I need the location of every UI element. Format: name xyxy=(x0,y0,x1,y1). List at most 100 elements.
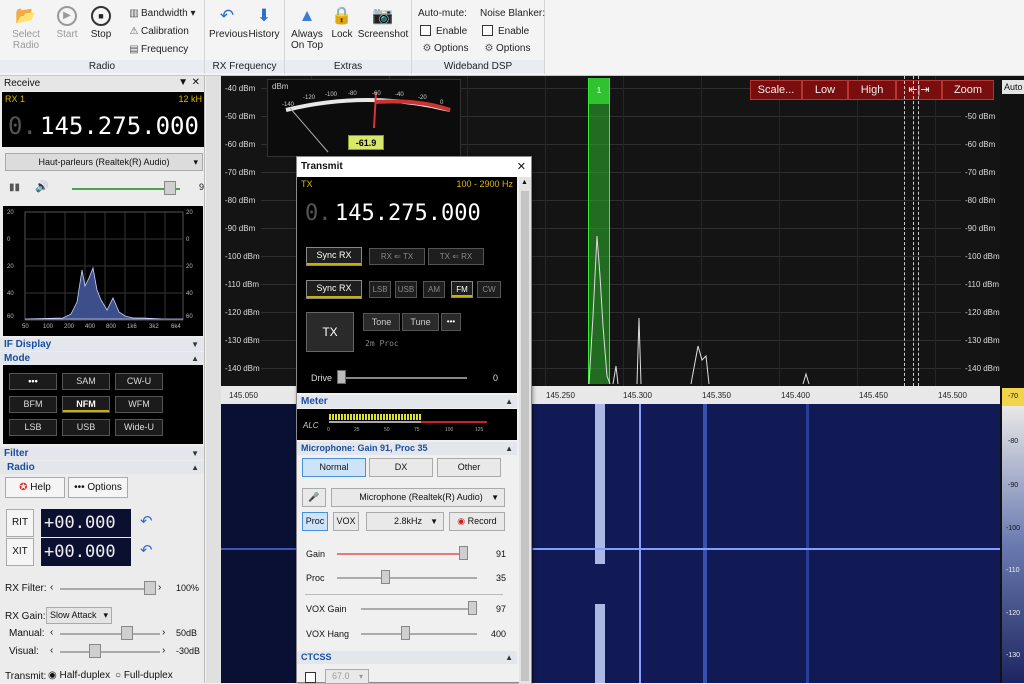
mic-other-button[interactable]: Other xyxy=(437,458,501,477)
xit-button[interactable]: XIT xyxy=(6,538,34,566)
calibration-button[interactable]: ⚠ Calibration xyxy=(127,26,189,37)
filter-header[interactable]: Filter ▼ xyxy=(0,447,204,460)
mode-usb-button[interactable]: USB xyxy=(62,419,110,436)
rit-button[interactable]: RIT xyxy=(6,509,34,537)
transmit-titlebar[interactable]: Transmit ✕ xyxy=(297,157,531,177)
mode-header[interactable]: Mode ▲ xyxy=(0,352,204,365)
reset-xit-icon[interactable]: ↶ xyxy=(140,541,153,559)
mode-lsb-button[interactable]: LSB xyxy=(9,419,57,436)
microphone-icon[interactable]: 🎤 xyxy=(302,488,326,507)
sync-rx-mode-button[interactable]: Sync RX xyxy=(306,280,362,299)
tune-button[interactable]: Tune xyxy=(402,313,439,331)
scroll-thumb[interactable] xyxy=(521,191,529,681)
vox-gain-slider[interactable] xyxy=(361,608,477,610)
mode-more-button[interactable]: ••• xyxy=(9,373,57,390)
visual-slider[interactable] xyxy=(60,651,160,653)
tx-usb-button[interactable]: USB xyxy=(395,281,417,298)
meter-header[interactable]: Meter ▲ xyxy=(297,395,517,408)
nb-options-button[interactable]: ⚙ Options xyxy=(482,43,531,54)
rx-filter-slider[interactable] xyxy=(60,588,150,590)
mode-wfm-button[interactable]: WFM xyxy=(115,396,163,413)
scroll-up-icon[interactable]: ▲ xyxy=(521,179,528,186)
reset-rit-icon[interactable]: ↶ xyxy=(140,512,153,530)
ctcss-select[interactable]: 67.0 ▾ xyxy=(325,669,369,684)
mode-sam-button[interactable]: SAM xyxy=(62,373,110,390)
radio-options-button[interactable]: ••• Options xyxy=(68,477,128,498)
mic-gain-slider[interactable] xyxy=(337,553,467,555)
panel-splitter[interactable] xyxy=(206,76,221,683)
chevron-right-icon[interactable]: › xyxy=(162,627,165,638)
screenshot-button[interactable]: 📷 Screenshot xyxy=(357,6,409,40)
bandwidth-button[interactable]: ▥ Bandwidth ▾ xyxy=(127,8,195,19)
chevron-right-icon[interactable]: › xyxy=(158,582,161,593)
select-radio-button[interactable]: 📂 Select Radio xyxy=(6,6,46,51)
vox-gain-thumb[interactable] xyxy=(468,601,477,615)
tx-cw-button[interactable]: CW xyxy=(477,281,501,298)
if-display-header[interactable]: IF Display ▼ xyxy=(0,338,204,351)
chevron-down-icon[interactable]: ▼ xyxy=(178,77,188,88)
drive-thumb[interactable] xyxy=(337,370,346,384)
previous-button[interactable]: ↶ Previous xyxy=(209,6,248,40)
vox-hang-slider[interactable] xyxy=(361,633,477,635)
chevron-left-icon[interactable]: ‹ xyxy=(50,645,53,656)
visual-thumb[interactable] xyxy=(89,644,101,658)
half-duplex-radio[interactable]: ◉ Half-duplex xyxy=(48,670,110,681)
tx-to-rx-button[interactable]: TX ⇐ RX xyxy=(428,248,484,265)
level-bar[interactable] xyxy=(1002,406,1024,683)
bars-icon[interactable]: ▮▮ xyxy=(9,182,20,193)
stop-button[interactable]: ■ Stop xyxy=(86,6,116,40)
mic-normal-button[interactable]: Normal xyxy=(302,458,366,477)
ctcss-checkbox[interactable] xyxy=(305,672,316,683)
volume-thumb[interactable] xyxy=(164,181,176,195)
tx-lsb-button[interactable]: LSB xyxy=(369,281,391,298)
mic-dx-button[interactable]: DX xyxy=(369,458,433,477)
automute-enable-checkbox[interactable]: Enable xyxy=(420,25,467,37)
mic-gain-thumb[interactable] xyxy=(459,546,468,560)
mode-nfm-button[interactable]: NFM xyxy=(62,396,110,413)
ctcss-header[interactable]: CTCSS ▲ xyxy=(297,651,517,664)
microphone-header[interactable]: Microphone: Gain 91, Proc 35 ▲ xyxy=(297,442,517,455)
rx-gain-select[interactable]: Slow Attack ▾ xyxy=(46,607,112,624)
rx-frequency[interactable]: 145.275.000 xyxy=(40,112,199,140)
vox-hang-thumb[interactable] xyxy=(401,626,410,640)
record-button[interactable]: ◉ Record xyxy=(449,512,505,531)
scrollbar[interactable]: ▲ xyxy=(519,177,531,684)
nb-enable-checkbox[interactable]: Enable xyxy=(482,25,529,37)
automute-options-button[interactable]: ⚙ Options xyxy=(420,43,469,54)
mode-bfm-button[interactable]: BFM xyxy=(9,396,57,413)
chevron-left-icon[interactable]: ‹ xyxy=(50,582,53,593)
tx-more-button[interactable]: ••• xyxy=(441,313,461,331)
proc-slider[interactable] xyxy=(337,577,477,579)
manual-gain-slider[interactable] xyxy=(60,633,160,635)
tone-button[interactable]: Tone xyxy=(363,313,400,331)
xit-value[interactable]: +00.000 xyxy=(41,538,131,566)
rit-value[interactable]: +00.000 xyxy=(41,509,131,537)
auto-level-button[interactable]: Auto xyxy=(1002,80,1024,94)
rx-frequency-display[interactable]: RX 1 12 kH 0. 145.275.000 xyxy=(2,92,204,147)
proc-thumb[interactable] xyxy=(381,570,390,584)
history-button[interactable]: ⬇ History xyxy=(247,6,281,40)
tx-am-button[interactable]: AM xyxy=(423,281,445,298)
manual-gain-thumb[interactable] xyxy=(121,626,133,640)
drive-slider[interactable] xyxy=(337,377,467,379)
frequency-button[interactable]: ▤ Frequency xyxy=(127,44,188,55)
full-duplex-radio[interactable]: ○ Full-duplex xyxy=(115,670,173,681)
rx-filter-thumb[interactable] xyxy=(144,581,156,595)
close-icon[interactable]: ✕ xyxy=(517,160,526,173)
tx-bandwidth-select[interactable]: 2.8kHz ▼ xyxy=(366,512,444,531)
close-icon[interactable]: ✕ xyxy=(192,77,200,88)
speaker-icon[interactable]: 🔊 xyxy=(35,180,49,193)
radio-header[interactable]: Radio ▲ xyxy=(0,461,204,474)
chevron-left-icon[interactable]: ‹ xyxy=(50,627,53,638)
chevron-right-icon[interactable]: › xyxy=(162,645,165,656)
sync-rx-button[interactable]: Sync RX xyxy=(306,247,362,266)
mic-device-select[interactable]: Microphone (Realtek(R) Audio) ▼ xyxy=(331,488,505,507)
always-on-top-button[interactable]: ▲ Always On Top xyxy=(288,6,326,51)
start-button[interactable]: ▶ Start xyxy=(52,6,82,40)
proc-toggle[interactable]: Proc xyxy=(302,512,328,531)
vox-toggle[interactable]: VOX xyxy=(333,512,359,531)
audio-device-select[interactable]: Haut-parleurs (Realtek(R) Audio) ▾ xyxy=(5,153,203,171)
mode-cwu-button[interactable]: CW-U xyxy=(115,373,163,390)
tx-frequency[interactable]: 145.275.000 xyxy=(335,201,481,226)
tx-fm-button[interactable]: FM xyxy=(451,281,473,298)
